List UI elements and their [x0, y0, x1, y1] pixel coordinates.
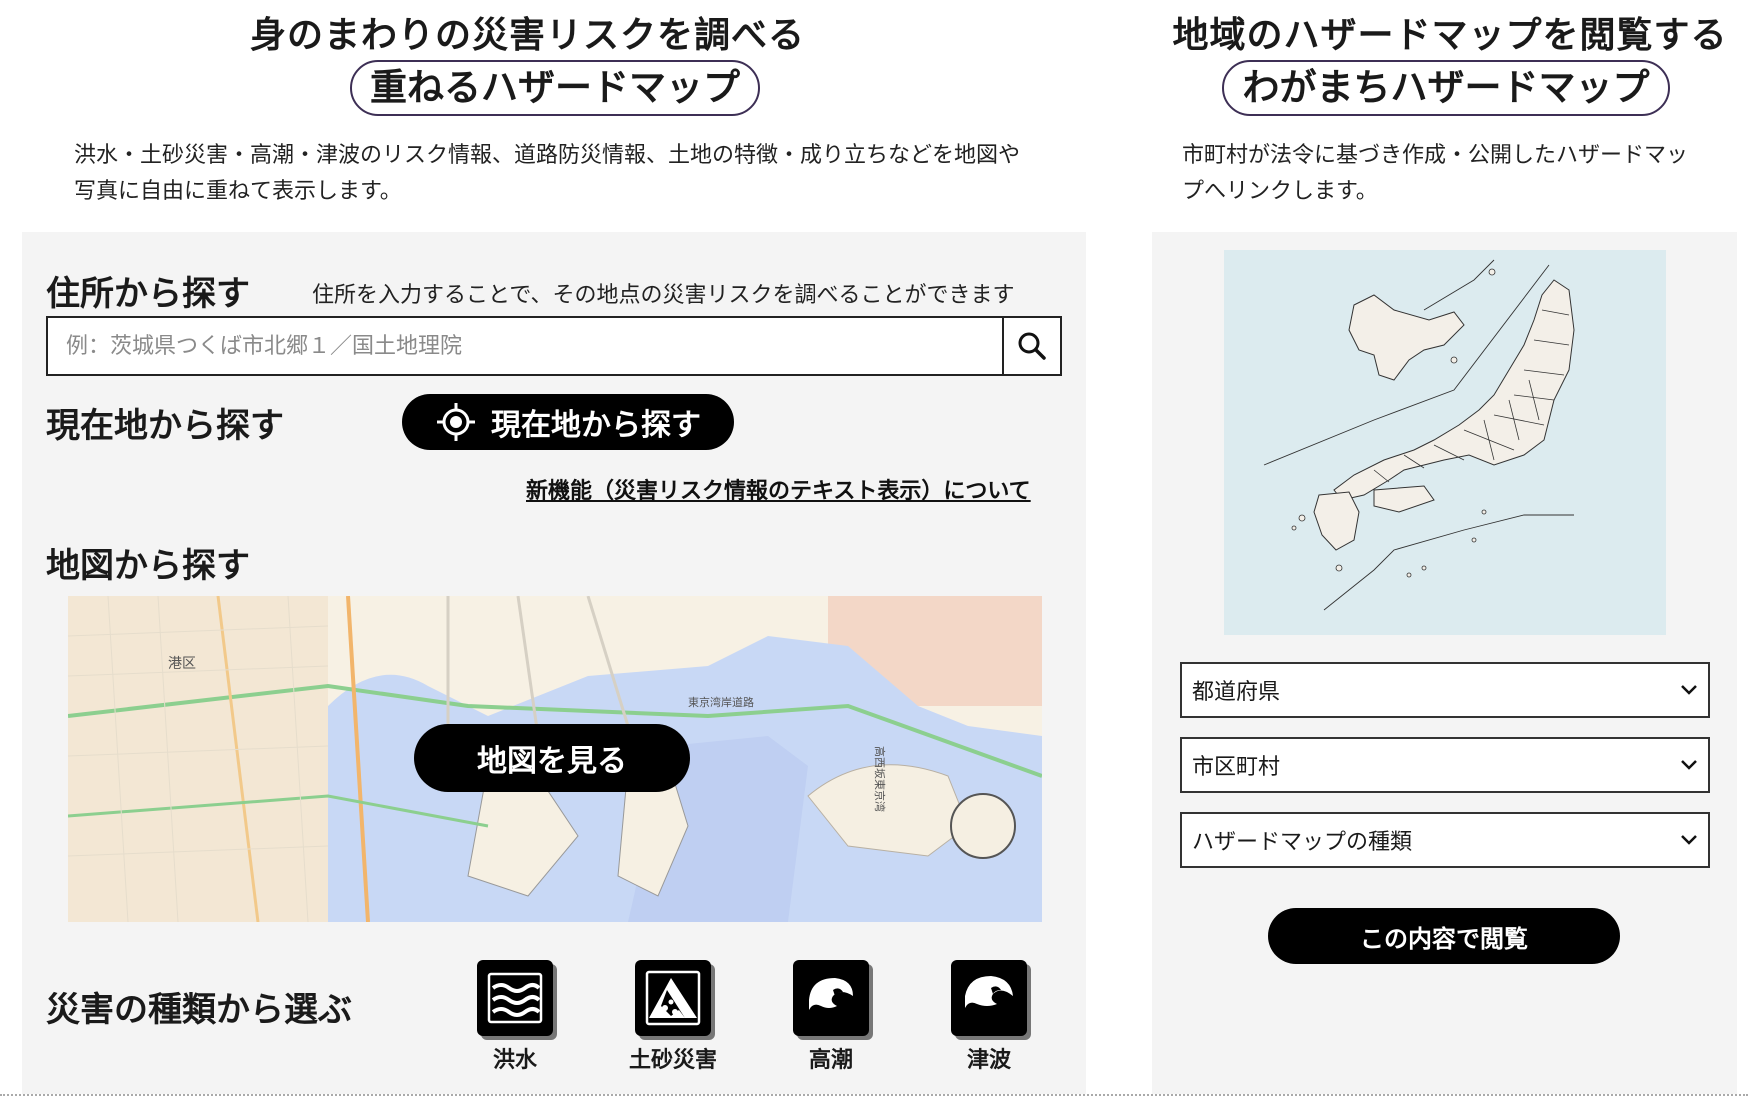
municipality-select-value: 市区町村 — [1192, 755, 1281, 780]
chevron-down-icon — [1681, 685, 1697, 695]
landslide-icon — [635, 960, 711, 1036]
current-location-button-label: 現在地から探す — [491, 408, 701, 443]
hazard-map-type-select-value: ハザードマップの種類 — [1192, 830, 1413, 855]
wagamachi-title[interactable]: わがまちハザードマップ — [1222, 60, 1670, 116]
view-hazard-map-button[interactable]: この内容で閲覧 — [1268, 908, 1620, 964]
disaster-label: 土砂災害 — [628, 1048, 717, 1073]
address-search-title: 住所から探す — [46, 274, 250, 314]
map-label-minato: 港区 — [168, 656, 196, 672]
disaster-item-tsunami[interactable]: 津波 — [934, 960, 1044, 1074]
address-search-box — [46, 316, 1062, 376]
municipality-select[interactable]: 市区町村 — [1180, 737, 1710, 793]
chevron-down-icon — [1681, 760, 1697, 770]
current-location-button[interactable]: 現在地から探す — [402, 394, 734, 450]
locate-icon — [437, 403, 475, 441]
search-icon — [1018, 332, 1046, 360]
prefecture-select[interactable]: 都道府県 — [1180, 662, 1710, 718]
map-label-road: 東京湾岸道路 — [688, 695, 754, 709]
search-button[interactable] — [1002, 318, 1060, 374]
hazard-map-type-select[interactable]: ハザードマップの種類 — [1180, 812, 1710, 868]
disaster-item-flood[interactable]: 洪水 — [460, 960, 570, 1074]
prefecture-select-value: 都道府県 — [1192, 680, 1281, 705]
bottom-divider — [0, 1094, 1748, 1096]
flood-icon — [477, 960, 553, 1036]
address-search-input[interactable] — [48, 318, 1002, 374]
current-location-title: 現在地から探す — [46, 406, 284, 446]
disaster-item-landslide[interactable]: 土砂災害 — [618, 960, 728, 1074]
chevron-down-icon — [1681, 835, 1697, 845]
new-feature-link[interactable]: 新機能（災害リスク情報のテキスト表示）について — [526, 473, 1031, 505]
kasaneru-title[interactable]: 重ねるハザードマップ — [350, 60, 760, 116]
japan-map[interactable] — [1224, 250, 1666, 635]
map-search-title: 地図から探す — [46, 546, 250, 586]
storm-surge-icon — [793, 960, 869, 1036]
disaster-item-storm-surge[interactable]: 高潮 — [776, 960, 886, 1074]
left-headline: 身のまわりの災害リスクを調べる — [250, 15, 806, 56]
tsunami-icon — [951, 960, 1027, 1036]
right-description: 市町村が法令に基づき作成・公開したハザードマップへリンクします。 — [1182, 143, 1689, 204]
disaster-type-title: 災害の種類から選ぶ — [46, 990, 352, 1030]
address-search-hint: 住所を入力することで、その地点の災害リスクを調べることができます — [312, 283, 1015, 308]
disaster-label: 洪水 — [492, 1048, 537, 1073]
japan-map-image — [1224, 250, 1666, 635]
view-map-button[interactable]: 地図を見る — [414, 724, 690, 792]
left-description: 洪水・土砂災害・高潮・津波のリスク情報、道路防災情報、土地の特徴・成り立ちなどを… — [74, 143, 1021, 204]
map-label-bay: 高西坂東京湾 — [873, 746, 887, 812]
disaster-label: 津波 — [966, 1048, 1011, 1073]
right-headline: 地域のハザードマップを閲覧する — [1172, 15, 1728, 56]
disaster-label: 高潮 — [808, 1048, 853, 1073]
